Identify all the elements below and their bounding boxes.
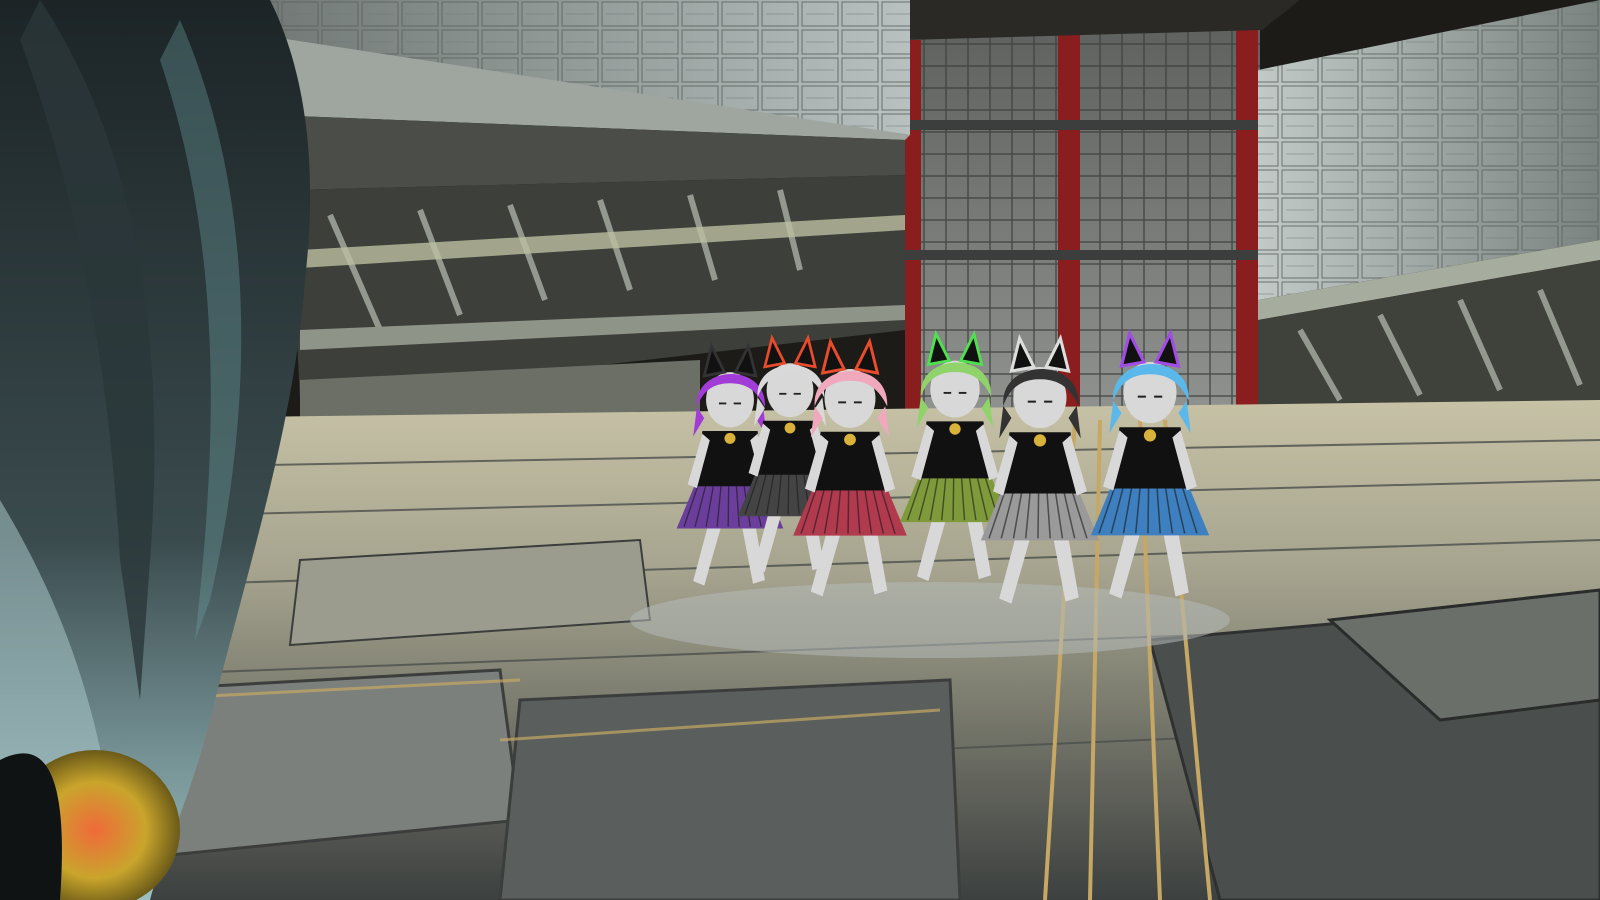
avatar-bell — [949, 423, 961, 435]
avatar-skirt-stripe — [787, 474, 790, 515]
avatar-skirt-stripe — [1037, 493, 1040, 539]
avatar-skirt-stripe — [727, 486, 730, 527]
avatar-skirt — [980, 491, 1100, 541]
right-wall — [1258, 0, 1600, 420]
avatar-bell — [1143, 429, 1157, 442]
game-viewport[interactable] — [0, 0, 1600, 900]
player-avatar-accent — [0, 750, 180, 900]
avatar-bell — [784, 422, 796, 434]
avatar-skirt-stripe — [1147, 488, 1150, 534]
back-tower — [890, 0, 1300, 410]
avatar-bell — [724, 432, 736, 444]
hangar-scene — [0, 0, 1600, 900]
avatar-bell — [1033, 434, 1047, 447]
avatar-skirt-stripe — [952, 478, 955, 521]
avatar-bell — [844, 433, 856, 446]
avatar-skirt — [1090, 486, 1210, 536]
avatar-skirt — [793, 488, 907, 536]
avatar-skirt-stripe — [847, 490, 850, 534]
avatar-shadow — [630, 582, 1230, 658]
